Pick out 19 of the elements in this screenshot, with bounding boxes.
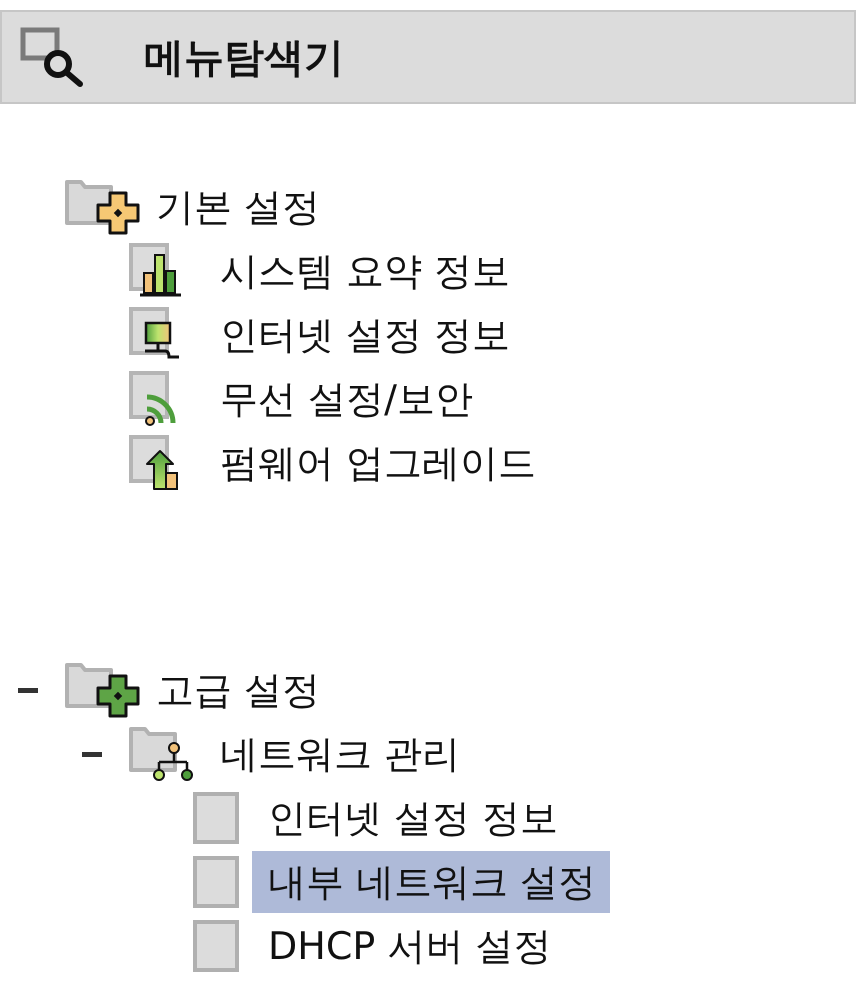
search-icon (20, 27, 86, 87)
tree-item[interactable]: 시스템 요약 정보 (204, 240, 524, 302)
tree-item[interactable]: 무선 설정/보안 (204, 368, 487, 430)
tree-item[interactable]: 내부 네트워크 설정 (252, 851, 610, 913)
page-icon (193, 856, 239, 908)
tree-item[interactable]: 기본 설정 (140, 176, 334, 238)
header-title: 메뉴탐색기 (144, 34, 344, 82)
tree-item[interactable]: 인터넷 설정 정보 (252, 787, 572, 849)
folder-icon (65, 179, 140, 235)
page-icon (193, 920, 239, 972)
collapse-icon[interactable] (18, 688, 38, 692)
tree-item[interactable]: 고급 설정 (140, 659, 334, 721)
tree-item[interactable]: 펌웨어 업그레이드 (204, 432, 550, 494)
tree-item[interactable]: DHCP 서버 설정 (252, 915, 566, 977)
folder-icon (65, 662, 140, 718)
page-icon (193, 792, 239, 844)
tree-item[interactable]: 네트워크 관리 (204, 723, 474, 785)
tree-item[interactable]: 인터넷 설정 정보 (204, 304, 524, 366)
collapse-icon[interactable] (82, 752, 102, 756)
